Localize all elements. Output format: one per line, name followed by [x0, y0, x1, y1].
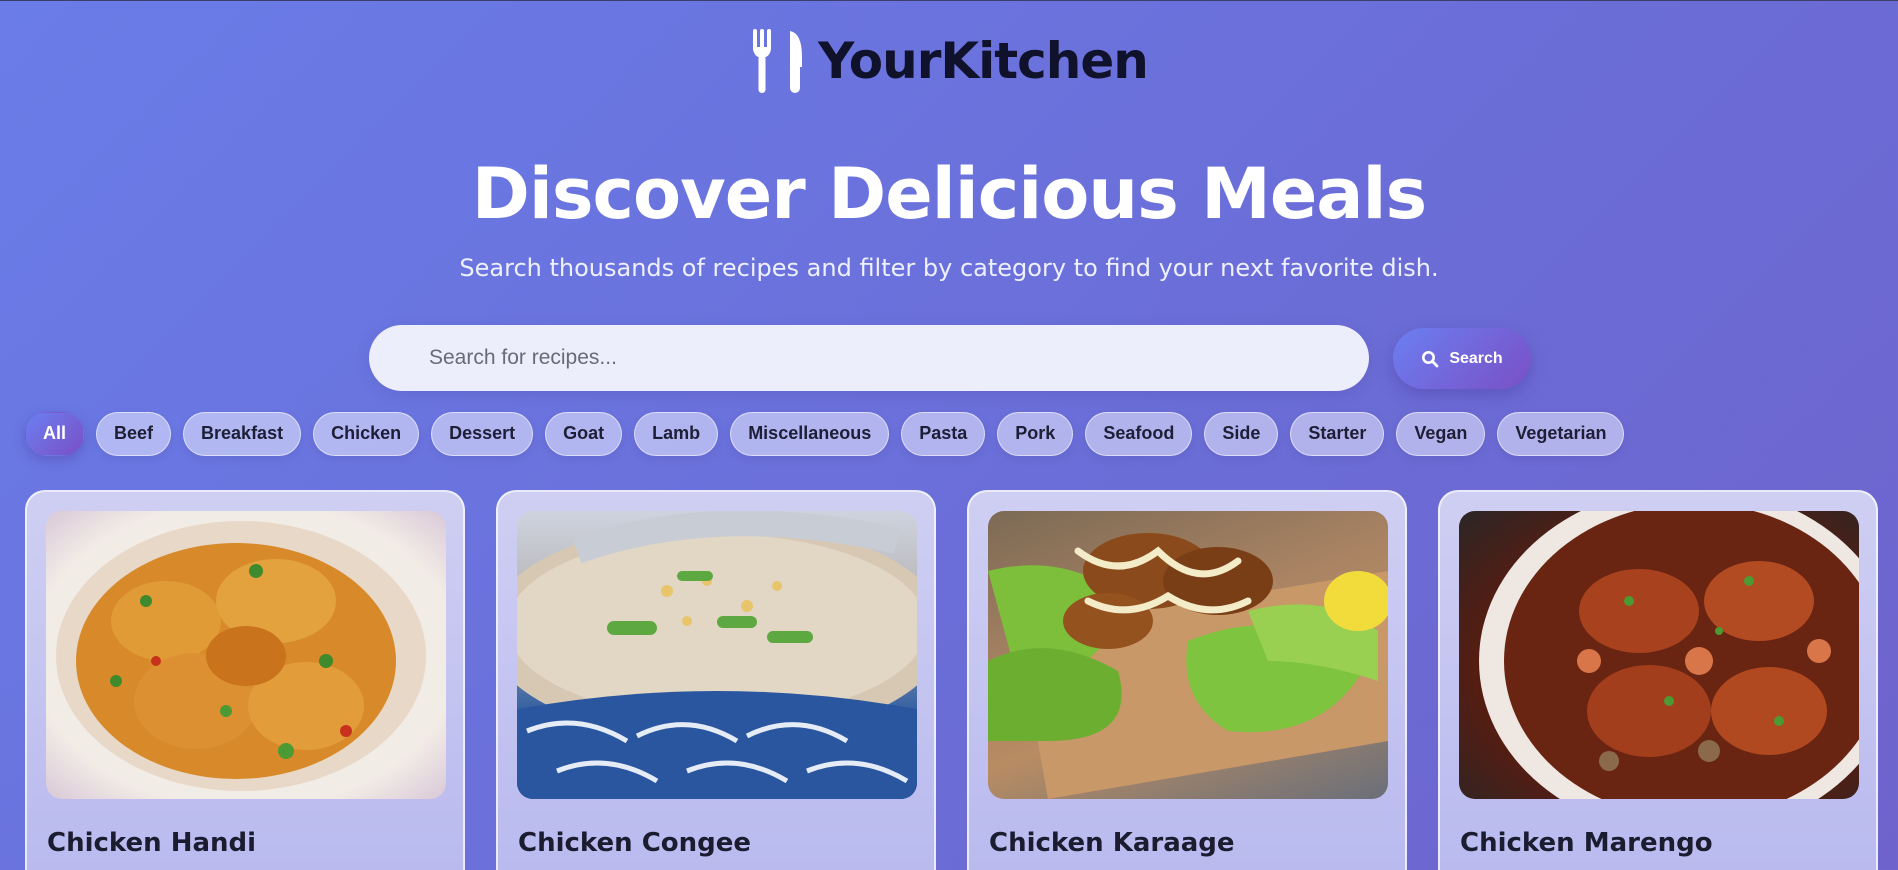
recipe-card[interactable]: Chicken Congee	[496, 490, 936, 870]
category-chip-side[interactable]: Side	[1204, 411, 1279, 456]
category-chip-chicken[interactable]: Chicken	[313, 411, 420, 456]
category-chip-lamb[interactable]: Lamb	[634, 411, 719, 456]
category-chip-dessert[interactable]: Dessert	[431, 411, 534, 456]
category-chip-pork[interactable]: Pork	[997, 411, 1074, 456]
category-chip-goat[interactable]: Goat	[545, 411, 623, 456]
recipe-image[interactable]	[1459, 511, 1859, 799]
recipe-image[interactable]	[517, 511, 917, 799]
category-chip-vegan[interactable]: Vegan	[1396, 411, 1486, 456]
fork-knife-icon	[753, 29, 803, 93]
category-chip-miscellaneous[interactable]: Miscellaneous	[730, 411, 890, 456]
recipe-title[interactable]: Chicken Marengo	[1460, 828, 1713, 858]
category-chip-vegetarian[interactable]: Vegetarian	[1497, 411, 1625, 456]
recipe-card[interactable]: Chicken Handi	[25, 490, 465, 870]
recipe-title[interactable]: Chicken Congee	[518, 828, 751, 858]
category-filter: All Beef Breakfast Chicken Dessert Goat …	[25, 411, 1625, 456]
recipe-image[interactable]	[988, 511, 1388, 799]
recipe-title[interactable]: Chicken Handi	[47, 828, 256, 858]
category-chip-breakfast[interactable]: Breakfast	[183, 411, 302, 456]
recipe-image[interactable]	[46, 511, 446, 799]
search-button[interactable]: Search	[1393, 328, 1531, 389]
recipe-card[interactable]: Chicken Karaage	[967, 490, 1407, 870]
search-button-label: Search	[1449, 349, 1503, 367]
brand-logo[interactable]: YourKitchen	[0, 27, 1898, 95]
brand-name: YourKitchen	[818, 32, 1149, 90]
category-chip-starter[interactable]: Starter	[1290, 411, 1385, 456]
search-icon	[1422, 350, 1439, 367]
recipe-grid: Chicken Handi Chicken Congee Chicken Kar…	[25, 490, 1878, 870]
page-subtitle: Search thousands of recipes and filter b…	[459, 254, 1439, 282]
search-input[interactable]	[369, 325, 1369, 391]
category-chip-all[interactable]: All	[25, 411, 85, 456]
category-chip-pasta[interactable]: Pasta	[901, 411, 986, 456]
recipe-title[interactable]: Chicken Karaage	[989, 828, 1235, 858]
recipe-card[interactable]: Chicken Marengo	[1438, 490, 1878, 870]
page-title: Discover Delicious Meals	[471, 153, 1427, 235]
category-chip-beef[interactable]: Beef	[96, 411, 172, 456]
category-chip-seafood[interactable]: Seafood	[1085, 411, 1193, 456]
